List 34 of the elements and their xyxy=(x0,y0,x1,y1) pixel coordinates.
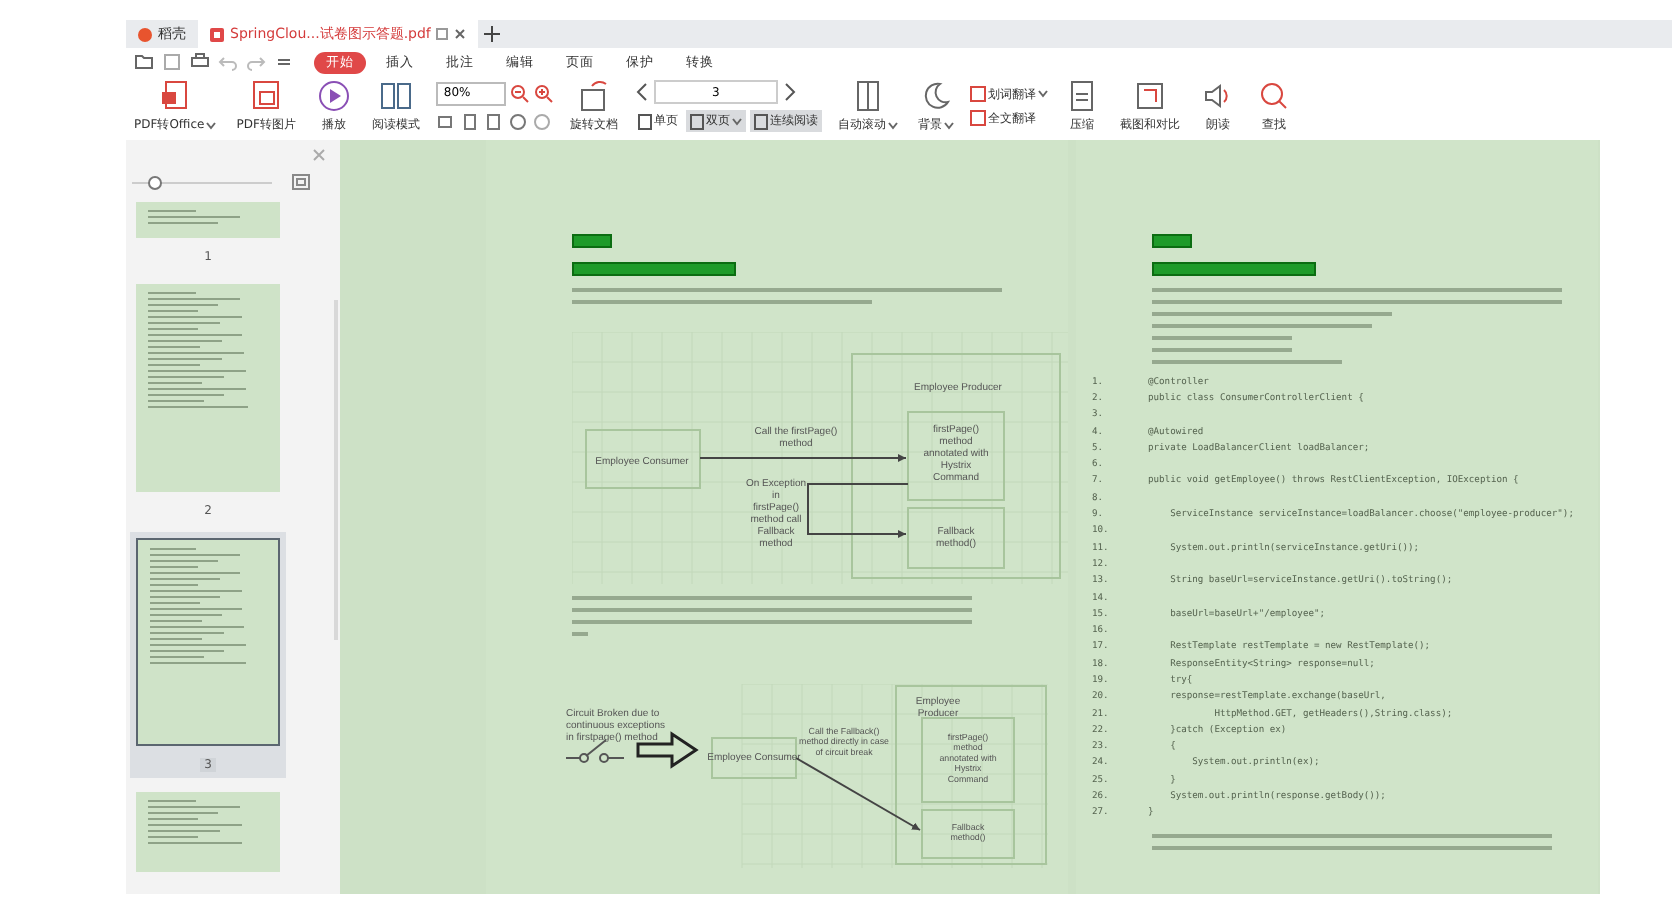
page-icon[interactable] xyxy=(483,111,504,131)
chevron-left-icon[interactable] xyxy=(633,82,650,102)
diagram-box xyxy=(585,429,701,489)
page-icon xyxy=(689,113,704,129)
page-icon xyxy=(637,113,652,129)
arrow xyxy=(807,483,909,538)
play-icon xyxy=(315,78,352,114)
page-icon xyxy=(753,113,768,129)
circle-icon[interactable] xyxy=(531,111,552,131)
window-icon[interactable] xyxy=(436,28,449,40)
diagram-box xyxy=(711,737,797,779)
chevron-right-icon[interactable] xyxy=(781,82,798,102)
slider-thumb[interactable] xyxy=(147,175,161,189)
zoom-in-icon[interactable] xyxy=(533,83,554,103)
page-thumbnail[interactable] xyxy=(130,786,286,878)
folder-icon[interactable] xyxy=(134,52,154,72)
screenshot-icon xyxy=(1131,78,1168,114)
fit-page-icon[interactable] xyxy=(292,174,310,190)
search-icon xyxy=(1255,78,1292,114)
arrow xyxy=(795,757,921,831)
zoom-out-icon[interactable] xyxy=(509,83,530,103)
image-icon xyxy=(248,78,285,114)
switch-icon xyxy=(565,739,625,763)
save-icon[interactable] xyxy=(162,52,182,72)
scrollbar[interactable] xyxy=(334,300,338,640)
logo-icon xyxy=(138,27,152,41)
circle-icon[interactable] xyxy=(507,111,528,131)
rotate-icon xyxy=(575,78,612,114)
rectangle-icon[interactable] xyxy=(435,111,456,131)
book-icon xyxy=(377,78,414,114)
print-icon[interactable] xyxy=(190,52,210,72)
close-icon[interactable] xyxy=(454,28,467,40)
pdf-icon xyxy=(210,27,224,41)
rectangle-icon[interactable] xyxy=(459,111,480,131)
